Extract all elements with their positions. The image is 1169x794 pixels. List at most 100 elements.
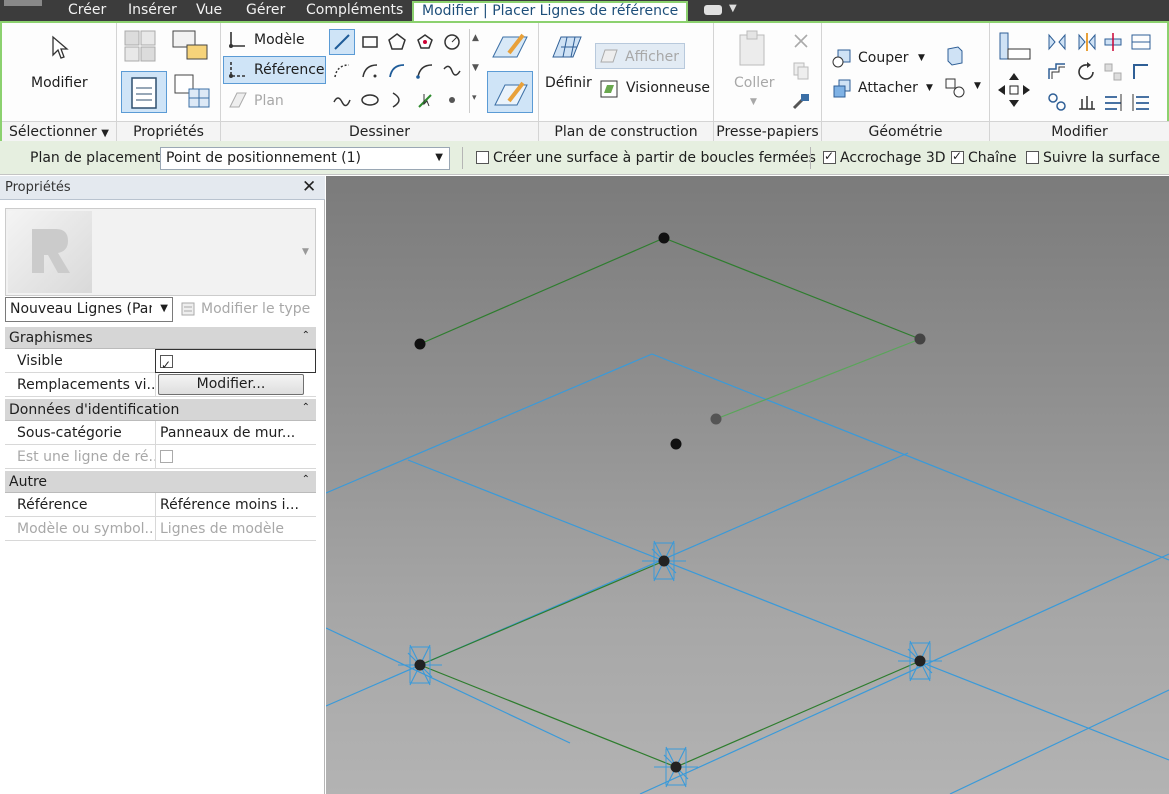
reference-lines[interactable] (419, 237, 921, 768)
create-surface-checkbox[interactable]: Créer une surface à partir de boucles fe… (476, 150, 816, 166)
plane-button[interactable]: Plan (254, 93, 284, 109)
workplane-marker[interactable] (642, 540, 686, 582)
tab-modifier-placer[interactable]: Modifier | Placer Lignes de référence (412, 1, 689, 22)
tab-vue[interactable]: Vue (196, 0, 222, 21)
partial-ellipse-icon[interactable] (360, 90, 380, 110)
chevron-down-icon[interactable]: ▼ (926, 83, 933, 93)
workplane-marker[interactable] (654, 746, 698, 788)
work-plane-draw-icon[interactable] (489, 29, 531, 65)
arc-start-end-icon[interactable] (332, 61, 352, 81)
reference-line-button[interactable]: Référence (254, 62, 325, 78)
join-geometry-button[interactable]: Attacher (858, 80, 918, 96)
prop-value-reference[interactable]: Référence moins i... (155, 493, 316, 517)
show-button[interactable]: Afficher (625, 49, 679, 65)
tab-creer[interactable]: Créer (68, 0, 106, 21)
reference-point[interactable] (414, 338, 426, 350)
paste-icon[interactable] (736, 29, 770, 69)
close-icon[interactable]: ✕ (302, 177, 316, 197)
collapse-icon[interactable]: ⌃ (302, 325, 310, 347)
visible-checkbox[interactable] (160, 353, 173, 372)
type-selector[interactable]: Nouveau Lignes (Pan ▼ (5, 297, 173, 322)
reference-points[interactable] (414, 232, 926, 450)
arc-center-icon[interactable] (360, 61, 380, 81)
reference-point[interactable] (670, 438, 682, 450)
arc-tangent-icon[interactable] (387, 61, 407, 81)
workplane-marker[interactable] (898, 640, 942, 682)
cut-icon[interactable] (791, 31, 811, 51)
chain-box[interactable] (951, 149, 964, 164)
chevron-down-icon[interactable]: ▼ (750, 97, 757, 107)
rectangle-tool-icon[interactable] (360, 32, 380, 52)
chain-checkbox[interactable]: Chaîne (951, 149, 1017, 166)
collapse-icon[interactable]: ⌃ (302, 469, 310, 491)
pick-lines-icon[interactable] (415, 90, 435, 110)
modify-button[interactable]: Modifier (31, 75, 88, 91)
ellipse-tool-icon[interactable] (332, 90, 352, 110)
rotate-icon[interactable] (1076, 61, 1098, 83)
snap3d-box[interactable] (823, 149, 836, 164)
half-ellipse-icon[interactable] (387, 90, 407, 110)
draw-on-face-button[interactable] (487, 71, 533, 113)
type-preview[interactable]: ▼ (5, 208, 316, 296)
collapse-icon[interactable]: ⌃ (302, 397, 310, 419)
copy-element-icon[interactable] (1046, 91, 1068, 113)
reference-point[interactable] (914, 333, 926, 345)
split-element-icon[interactable] (1102, 31, 1124, 53)
trim-extend-icon[interactable] (1102, 61, 1124, 83)
chevron-down-icon[interactable]: ▼ (729, 3, 737, 14)
snap3d-checkbox[interactable]: Accrochage 3D (823, 149, 946, 166)
prop-value-visible[interactable] (155, 349, 316, 373)
copy-icon[interactable] (791, 61, 811, 81)
chevron-down-icon[interactable]: ▼ (974, 81, 981, 91)
offset-icon[interactable] (1046, 61, 1068, 83)
drawing-viewport[interactable] (326, 176, 1169, 794)
overrides-edit-button[interactable]: Modifier... (158, 374, 304, 395)
group-identity[interactable]: Données d'identification ⌃ (5, 399, 316, 421)
chevron-down-icon[interactable]: ▼ (302, 247, 309, 257)
mirror-axis-icon[interactable] (1046, 31, 1068, 53)
inscribed-polygon-icon[interactable] (387, 32, 407, 52)
point-tool-icon[interactable] (442, 90, 462, 110)
define-button[interactable]: Définir (545, 75, 592, 91)
create-surface-box[interactable] (476, 151, 489, 164)
group-other[interactable]: Autre ⌃ (5, 471, 316, 493)
array-icon[interactable] (1076, 91, 1098, 113)
prop-value-subcategory[interactable]: Panneaux de mur... (155, 421, 316, 445)
follow-surface-checkbox[interactable]: Suivre la surface (1026, 150, 1160, 166)
split-gap-icon[interactable] (1130, 31, 1152, 53)
trim-corner-icon[interactable] (1130, 61, 1152, 83)
define-workplane-icon[interactable] (549, 31, 585, 65)
paste-button[interactable]: Coller (734, 75, 775, 91)
mirror-draw-icon[interactable] (1076, 31, 1098, 53)
move-icon[interactable] (996, 71, 1032, 109)
edit-type-button[interactable]: Modifier le type (201, 301, 310, 317)
tab-gerer[interactable]: Gérer (246, 0, 285, 21)
model-line-button[interactable]: Modèle (254, 32, 305, 48)
group-graphics[interactable]: Graphismes ⌃ (5, 327, 316, 349)
extend-multiple-icon[interactable] (1130, 91, 1152, 113)
cut-geometry-button[interactable]: Couper (858, 50, 908, 66)
viewer-button[interactable]: Visionneuse (626, 80, 710, 96)
fillet-arc-icon[interactable] (415, 61, 435, 81)
spline-tool-icon[interactable] (442, 61, 462, 81)
chevron-down-icon[interactable]: ▼ (918, 53, 925, 63)
type-selector-icon[interactable] (173, 73, 213, 111)
viewport-canvas[interactable] (326, 176, 1169, 794)
ribbon-toggle-icon[interactable] (704, 5, 722, 15)
panel-select-title[interactable]: Sélectionner ▼ (2, 121, 116, 141)
wall-joins-icon[interactable] (944, 45, 966, 67)
app-button[interactable] (4, 0, 42, 6)
follow-surface-box[interactable] (1026, 151, 1039, 164)
extend-single-icon[interactable] (1102, 91, 1124, 113)
family-category-icon[interactable] (171, 29, 211, 63)
split-face-icon[interactable] (944, 77, 966, 99)
placement-plane-select[interactable]: Point de positionnement (1) ▼ (160, 147, 450, 170)
properties-button[interactable] (121, 71, 167, 113)
circumscribed-polygon-icon[interactable] (415, 32, 435, 52)
reference-point[interactable] (710, 413, 722, 425)
tab-inserer[interactable]: Insérer (128, 0, 177, 21)
cursor-arrow-icon[interactable] (50, 35, 70, 61)
tab-complements[interactable]: Compléments (306, 0, 403, 21)
align-icon[interactable] (996, 29, 1032, 63)
match-properties-icon[interactable] (791, 91, 811, 111)
